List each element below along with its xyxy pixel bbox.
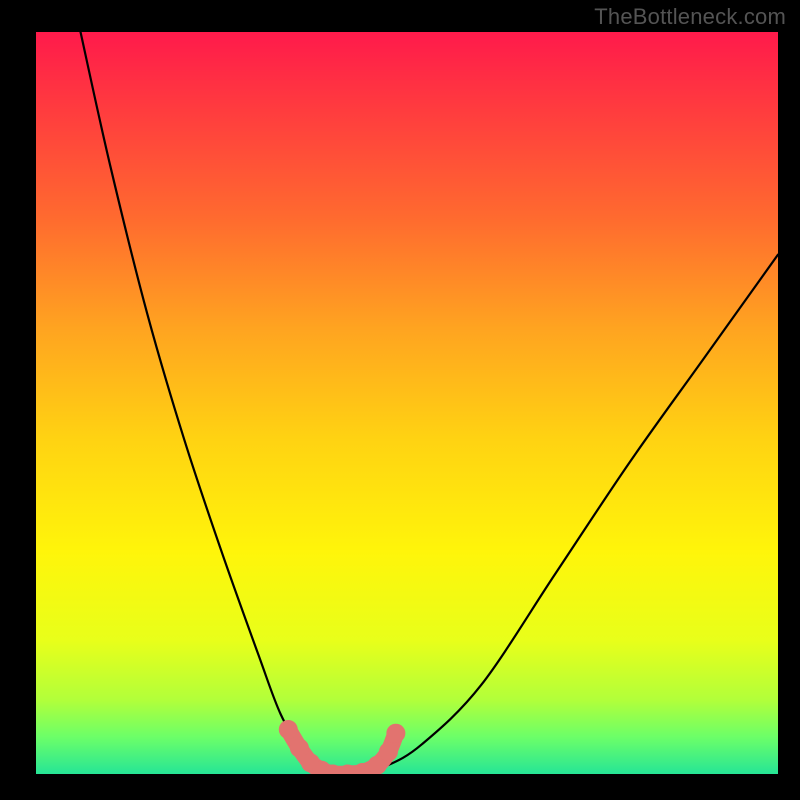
valley-highlight-dot: [279, 720, 298, 739]
valley-highlight-dot: [379, 742, 398, 761]
chart-frame: TheBottleneck.com: [0, 0, 800, 800]
watermark-text: TheBottleneck.com: [594, 4, 786, 30]
plot-background: [36, 32, 778, 774]
valley-highlight-dot: [386, 724, 405, 743]
chart-svg: [0, 0, 800, 800]
